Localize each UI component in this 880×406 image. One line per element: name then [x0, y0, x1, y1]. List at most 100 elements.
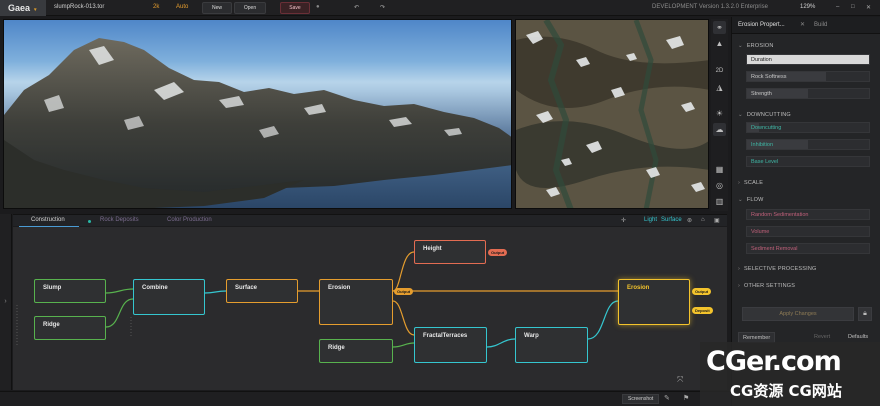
node-ridge-2[interactable]: Ridge [319, 339, 393, 363]
param-downcutting[interactable]: Downcutting 10 % [746, 122, 870, 133]
section-label: SCALE [744, 180, 764, 186]
param-value: 18 [873, 57, 880, 63]
graph-tab-bar: Construction Rock Deposits Color Product… [13, 214, 727, 227]
param-base-level[interactable]: Base Level 0 % [746, 156, 870, 167]
node-title: Ridge [328, 345, 345, 351]
open-button[interactable]: Open [234, 2, 266, 14]
section-scale[interactable]: › SCALE [738, 180, 763, 186]
cloud-icon[interactable]: ☁ [713, 123, 726, 136]
bookmark-icon[interactable]: ⚑ [683, 394, 689, 402]
section-flow[interactable]: ⌄ FLOW [738, 197, 764, 203]
node-erosion-2[interactable]: Erosion [618, 279, 690, 325]
port-deposit-label[interactable]: Deposit [692, 307, 713, 314]
record-icon[interactable]: ● [316, 4, 320, 10]
section-label: SELECTIVE PROCESSING [744, 266, 817, 272]
node-title: Height [423, 246, 442, 252]
top-toolbar: Gaea ▾ slumpRock-013.tor 2k Auto New Open… [0, 0, 880, 16]
node-height[interactable]: Height [414, 240, 486, 264]
tab-build[interactable]: Build [814, 22, 827, 28]
chevron-right-icon: › [738, 283, 741, 289]
node-graph-canvas[interactable]: Slump Ridge Combine Surface Erosion Outp… [13, 227, 727, 390]
watermark-title: CGer.com [706, 346, 842, 377]
minimize-icon[interactable]: – [836, 4, 839, 10]
section-erosion[interactable]: ⌄ EROSION [738, 43, 774, 49]
render-icon[interactable]: ▲ [713, 37, 726, 50]
layout-icon[interactable]: ▥ [713, 195, 726, 208]
frame-icon[interactable]: ▣ [714, 217, 720, 224]
node-erosion-1[interactable]: Erosion [319, 279, 393, 325]
2d-toggle[interactable]: 2D [713, 65, 726, 78]
graph-collapse-strip[interactable]: › [0, 214, 12, 390]
fit-view-icon[interactable]: ⤧ [677, 375, 683, 385]
param-label: Sediment Removal [751, 246, 798, 252]
param-volume[interactable]: Volume 0 % [746, 226, 870, 237]
new-button[interactable]: New [202, 2, 232, 14]
param-strength[interactable]: Strength 50 % [746, 88, 870, 99]
terrain-render-3d [4, 38, 511, 208]
param-label: Downcutting [751, 125, 782, 131]
section-other-settings[interactable]: › OTHER SETTINGS [738, 283, 795, 289]
chevron-down-icon: ⌄ [738, 43, 743, 49]
zoom-level[interactable]: 129% [800, 4, 815, 10]
node-slump[interactable]: Slump [34, 279, 106, 303]
node-combine[interactable]: Combine [133, 279, 205, 315]
add-node-icon[interactable]: ✛ [621, 217, 626, 224]
param-value: 0 [873, 229, 880, 235]
port-output-label[interactable]: Output [692, 288, 712, 295]
compass-icon[interactable]: ◎ [713, 179, 726, 192]
lock-icon[interactable]: 🔒︎ [858, 307, 872, 321]
grid-icon[interactable]: ▦ [713, 163, 726, 176]
node-surface[interactable]: Surface [226, 279, 298, 303]
apply-changes-button[interactable]: Apply Changes [742, 307, 854, 321]
light-toggle[interactable]: Light [644, 217, 657, 223]
sync-icon[interactable]: ⊛ [687, 217, 692, 224]
param-inhibition[interactable]: Inhibition 50 % [746, 139, 870, 150]
undo-icon[interactable]: ↶ [354, 4, 359, 11]
version-label: DEVELOPMENT Version 1.3.2.0 Enterprise [652, 4, 768, 10]
port-output-label[interactable]: Output [394, 288, 414, 295]
node-title: Erosion [627, 285, 650, 291]
3d-viewport[interactable] [3, 19, 512, 209]
section-selective-processing[interactable]: › SELECTIVE PROCESSING [738, 266, 817, 272]
tab-construction[interactable]: Construction [19, 217, 79, 227]
section-label: FLOW [746, 197, 764, 203]
param-duration[interactable]: Duration 18 % [746, 54, 870, 65]
redo-icon[interactable]: ↷ [380, 4, 385, 11]
port-output-label[interactable]: Output [488, 249, 508, 256]
chevron-down-icon: ⌄ [738, 112, 743, 118]
close-tab-icon[interactable]: ✕ [800, 21, 805, 28]
link-icon[interactable]: ⚭ [713, 21, 726, 34]
app-logo-menu[interactable]: Gaea ▾ [0, 0, 46, 16]
resolution-select[interactable]: 2k [153, 4, 159, 10]
node-title: Warp [524, 333, 539, 339]
sun-icon[interactable]: ☀ [713, 107, 726, 120]
tab-erosion-properties[interactable]: Erosion Propert... [738, 22, 785, 28]
node-title: FractalTerraces [423, 333, 468, 339]
param-sediment-removal[interactable]: Sediment Removal 0 % [746, 243, 870, 254]
maximize-icon[interactable]: □ [851, 4, 855, 10]
param-value: 0 [873, 246, 880, 252]
close-icon[interactable]: ✕ [866, 4, 871, 11]
section-label: OTHER SETTINGS [744, 283, 796, 289]
terrain-icon[interactable]: ◮ [713, 81, 726, 94]
save-button[interactable]: Save [280, 2, 310, 14]
node-title: Ridge [43, 322, 60, 328]
2d-viewport[interactable] [515, 19, 709, 209]
build-mode-select[interactable]: Auto [176, 4, 188, 10]
file-name: slumpRock-013.tor [54, 4, 105, 10]
home-icon[interactable]: ⌂ [701, 217, 705, 223]
param-label: Strength [751, 91, 772, 97]
surface-toggle[interactable]: Surface [661, 217, 682, 223]
node-ridge-1[interactable]: Ridge [34, 316, 106, 340]
param-random-sedimentation[interactable]: Random Sedimentation 0 % [746, 209, 870, 220]
node-fractal-terraces[interactable]: FractalTerraces [414, 327, 487, 363]
node-warp[interactable]: Warp [515, 327, 588, 363]
section-label: DOWNCUTTING [746, 112, 791, 118]
tab-rock-deposits[interactable]: Rock Deposits [100, 217, 139, 223]
screenshot-button[interactable]: Screenshot [622, 394, 660, 404]
tab-color-production[interactable]: Color Production [167, 217, 212, 223]
watermark-overlay: CGer.com CG资源 CG网站 [700, 342, 880, 406]
section-downcutting[interactable]: ⌄ DOWNCUTTING [738, 112, 791, 118]
pencil-icon[interactable]: ✎ [664, 394, 670, 402]
param-rock-softness[interactable]: Rock Softness 65 % [746, 71, 870, 82]
